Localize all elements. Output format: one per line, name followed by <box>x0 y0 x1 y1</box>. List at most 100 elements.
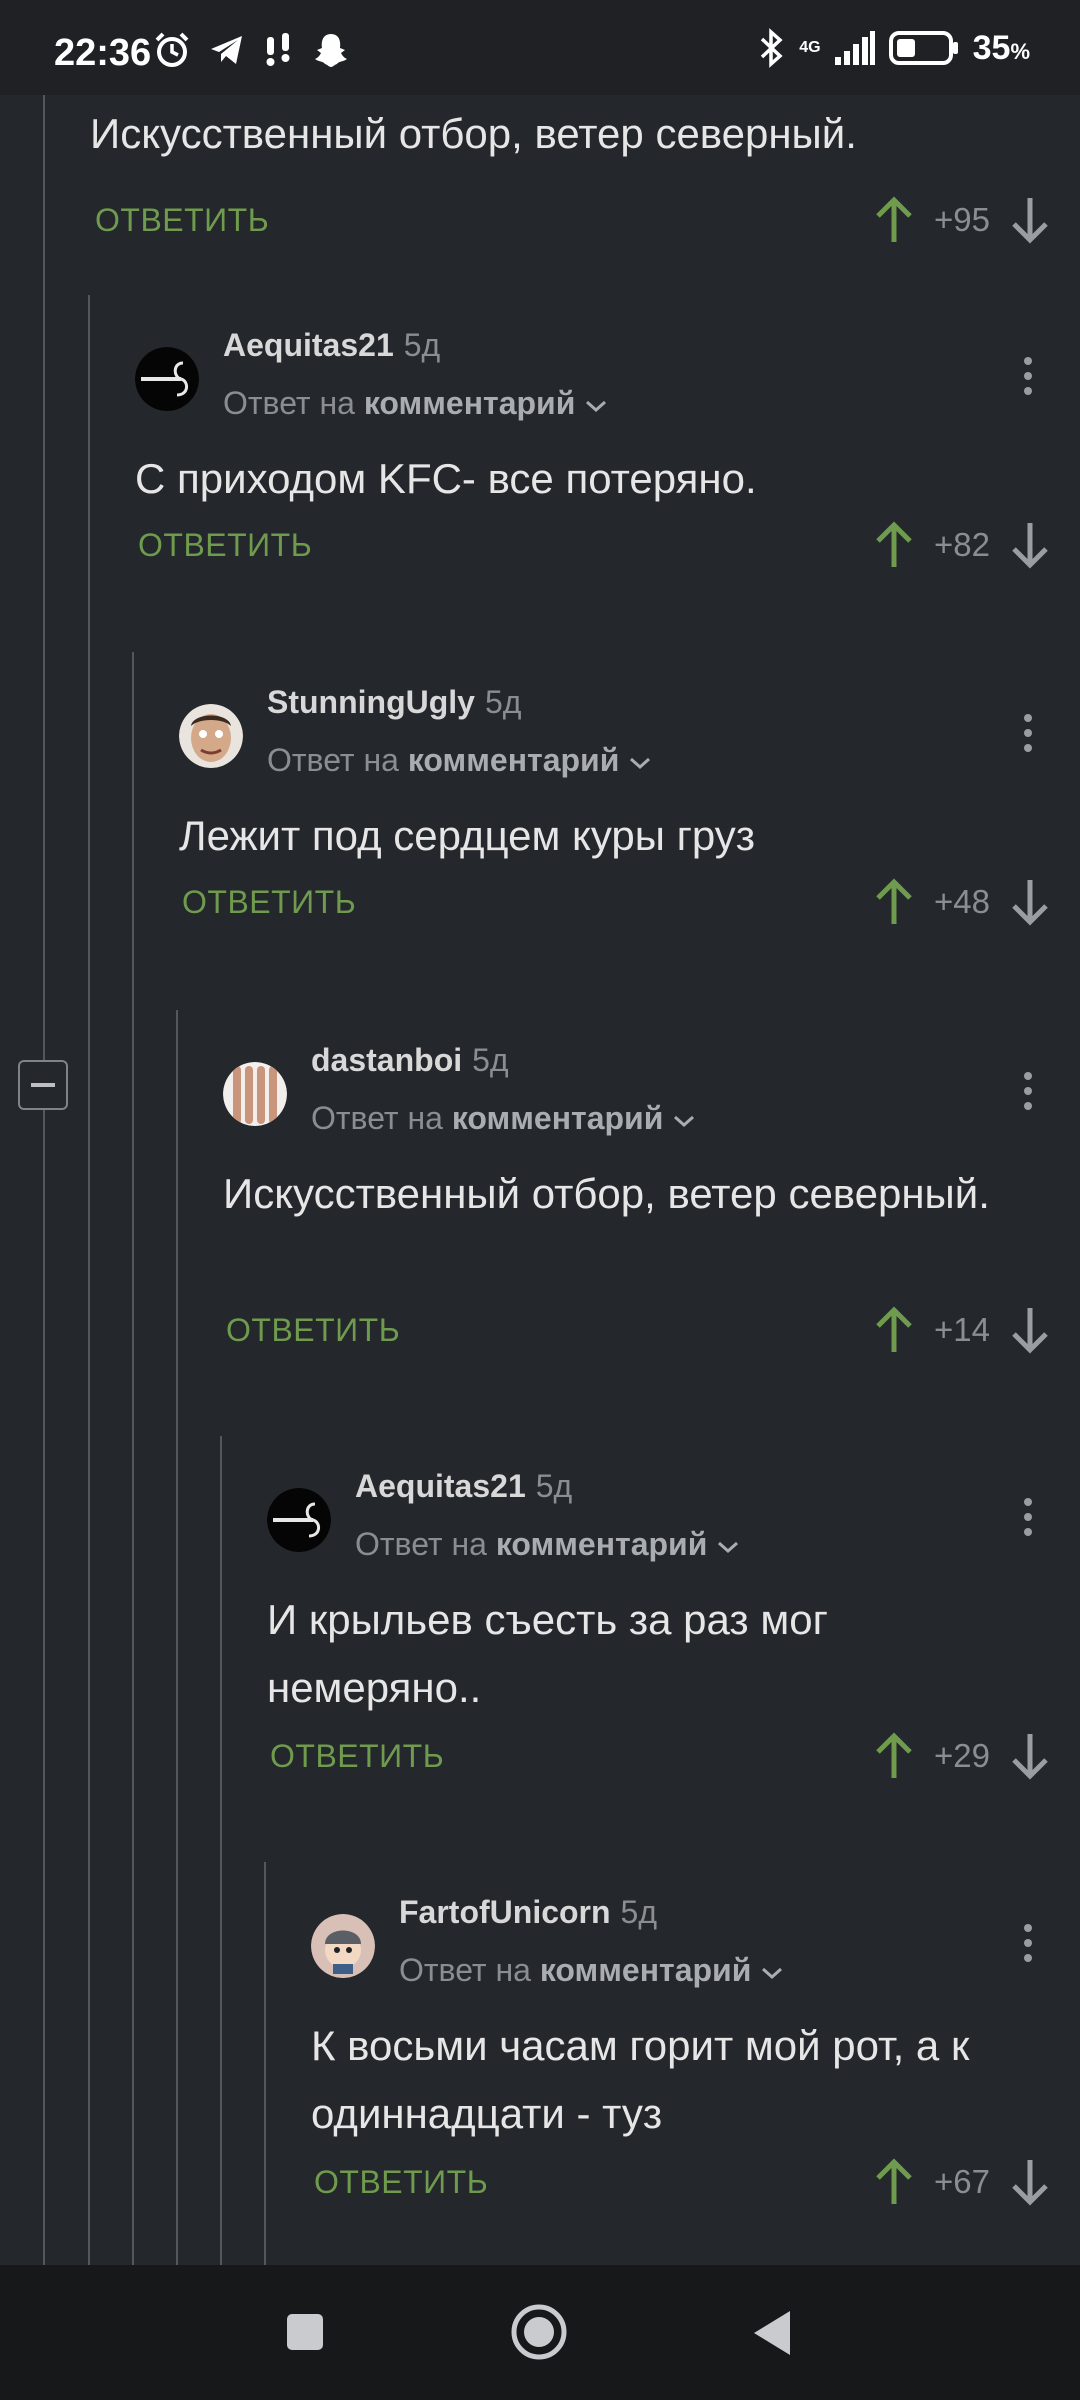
reply-to-link[interactable]: Ответ на комментарий <box>267 742 653 779</box>
upvote-icon[interactable] <box>874 2158 914 2206</box>
back-icon[interactable] <box>752 2309 792 2357</box>
avatar[interactable] <box>223 1062 287 1126</box>
signal-icon <box>834 31 875 65</box>
more-options-icon[interactable] <box>1024 714 1032 754</box>
collapse-thread-button[interactable] <box>18 1060 68 1110</box>
comment-age: 5д <box>472 1042 509 1078</box>
downvote-icon[interactable] <box>1010 1306 1050 1354</box>
home-icon[interactable] <box>510 2303 568 2361</box>
reply-to-target[interactable]: комментарий <box>540 1952 752 1988</box>
telegram-icon <box>211 36 242 64</box>
comment-age: 5д <box>403 327 441 363</box>
comment-score: +95 <box>934 201 990 238</box>
downvote-icon[interactable] <box>1010 878 1050 926</box>
reply-button[interactable]: ОТВЕТИТЬ <box>95 202 269 239</box>
vote-controls: +48 <box>874 872 1050 932</box>
downvote-icon[interactable] <box>1010 196 1050 244</box>
more-options-icon[interactable] <box>1024 1072 1032 1112</box>
reply-to-target[interactable]: комментарий <box>496 1526 708 1562</box>
comment-text: Искусственный отбор, ветер северный. <box>223 1170 990 1217</box>
chevron-down-icon[interactable] <box>759 1963 785 1983</box>
username[interactable]: StunningUgly <box>267 684 475 720</box>
upvote-icon[interactable] <box>874 196 914 244</box>
status-time: 22:36 <box>54 32 152 74</box>
comment-text: Искусственный отбор, ветер северный. <box>90 110 857 157</box>
reply-button[interactable]: ОТВЕТИТЬ <box>270 1738 444 1775</box>
reply-button[interactable]: ОТВЕТИТЬ <box>314 2164 488 2201</box>
reply-button[interactable]: ОТВЕТИТЬ <box>226 1312 400 1349</box>
upvote-icon[interactable] <box>874 878 914 926</box>
vote-controls: +29 <box>874 1726 1050 1786</box>
upvote-icon[interactable] <box>874 1306 914 1354</box>
comment-score: +67 <box>934 2163 990 2200</box>
chevron-down-icon[interactable] <box>627 753 653 773</box>
comment-author[interactable]: StunningUgly 5д <box>267 684 521 721</box>
vote-controls: +14 <box>874 1300 1050 1360</box>
comment-score: +29 <box>934 1737 990 1774</box>
reply-to-link[interactable]: Ответ на комментарий <box>223 385 609 422</box>
comment-age: 5д <box>620 1894 658 1930</box>
comment-actions: ОТВЕТИТЬ +14 <box>226 1300 1050 1360</box>
avatar[interactable] <box>267 1488 331 1552</box>
reply-button[interactable]: ОТВЕТИТЬ <box>182 884 356 921</box>
chevron-down-icon[interactable] <box>583 396 609 416</box>
reply-to-target[interactable]: комментарий <box>408 742 620 778</box>
comment-author[interactable]: dastanboi 5д <box>311 1042 509 1079</box>
comment-text: И крыльев съесть за раз мог немеряно.. <box>267 1596 828 1711</box>
comment-actions: ОТВЕТИТЬ +67 <box>314 2152 1050 2212</box>
chevron-down-icon[interactable] <box>671 1111 697 1131</box>
username[interactable]: FartofUnicorn <box>399 1894 611 1930</box>
reply-to-link[interactable]: Ответ на комментарий <box>311 1100 697 1137</box>
upvote-icon[interactable] <box>874 1732 914 1780</box>
comment-actions: ОТВЕТИТЬ +29 <box>270 1726 1050 1786</box>
comment: FartofUnicorn 5д Ответ на комментарий К вос… <box>266 1862 1080 2252</box>
more-options-icon[interactable] <box>1024 1924 1032 1964</box>
reply-to-link[interactable]: Ответ на комментарий <box>355 1526 741 1563</box>
comment: StunningUgly 5д Ответ на комментарий Лежит … <box>134 652 1080 972</box>
avatar[interactable] <box>135 347 199 411</box>
downvote-icon[interactable] <box>1010 2158 1050 2206</box>
vote-controls: +95 <box>874 190 1050 250</box>
reply-to-prefix: Ответ на <box>355 1526 496 1562</box>
downvote-icon[interactable] <box>1010 521 1050 569</box>
avatar-image <box>135 347 199 411</box>
network-type: 4G <box>799 39 821 56</box>
reply-to-prefix: Ответ на <box>311 1100 452 1136</box>
reply-to-link[interactable]: Ответ на комментарий <box>399 1952 785 1989</box>
avatar-image <box>311 1914 375 1978</box>
reply-to-prefix: Ответ на <box>399 1952 540 1988</box>
vote-controls: +82 <box>874 515 1050 575</box>
more-options-icon[interactable] <box>1024 1498 1032 1538</box>
reply-to-target[interactable]: комментарий <box>364 385 576 421</box>
username[interactable]: Aequitas21 <box>355 1468 526 1504</box>
upvote-icon[interactable] <box>874 521 914 569</box>
thread-line[interactable] <box>43 95 45 2265</box>
avatar-image <box>223 1062 287 1126</box>
avatar[interactable] <box>179 704 243 768</box>
comment-author[interactable]: Aequitas21 5д <box>355 1468 572 1505</box>
system-nav-bar <box>0 2265 1080 2400</box>
notification-icon <box>266 33 290 66</box>
battery-unit: % <box>1010 38 1030 64</box>
chevron-down-icon[interactable] <box>715 1537 741 1557</box>
downvote-icon[interactable] <box>1010 1732 1050 1780</box>
comment-score: +14 <box>934 1311 990 1348</box>
vote-controls: +67 <box>874 2152 1050 2212</box>
reply-button[interactable]: ОТВЕТИТЬ <box>138 527 312 564</box>
alarm-icon <box>155 32 189 67</box>
reply-to-target[interactable]: комментарий <box>452 1100 664 1136</box>
status-bar: 22:36 4G 35% <box>0 0 1080 95</box>
avatar[interactable] <box>311 1914 375 1978</box>
battery-icon <box>888 31 958 65</box>
recents-icon[interactable] <box>285 2312 325 2352</box>
comment-age: 5д <box>484 684 522 720</box>
comment-author[interactable]: Aequitas21 5д <box>223 327 440 364</box>
comment-text: Лежит под сердцем куры груз <box>179 812 756 859</box>
battery-percent: 35 <box>972 28 1011 67</box>
more-options-icon[interactable] <box>1024 357 1032 397</box>
username[interactable]: Aequitas21 <box>223 327 394 363</box>
username[interactable]: dastanboi <box>311 1042 462 1078</box>
comment-author[interactable]: FartofUnicorn 5д <box>399 1894 657 1931</box>
comment-actions: ОТВЕТИТЬ +48 <box>182 872 1050 932</box>
reply-to-prefix: Ответ на <box>223 385 364 421</box>
